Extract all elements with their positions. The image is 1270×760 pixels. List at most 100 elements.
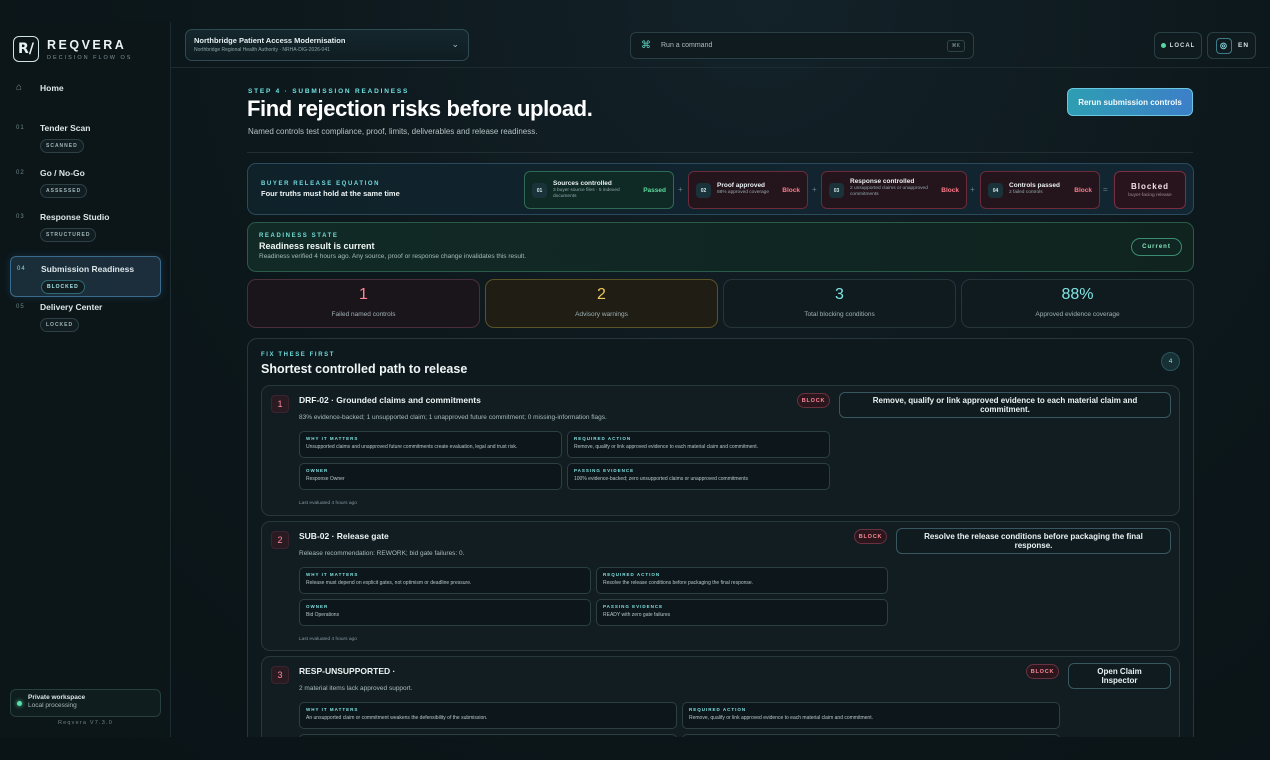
term-status: Block: [1074, 187, 1092, 194]
fix-item: 1 DRF-02 · Grounded claims and commitmen…: [261, 385, 1180, 516]
item-summary: 2 material items lack approved support.: [299, 685, 413, 692]
step-kicker: STEP 4 · SUBMISSION READINESS: [248, 88, 410, 95]
metric-value: 1: [359, 286, 368, 303]
term-title: Sources controlled: [553, 180, 612, 187]
status-dot-icon: [1160, 43, 1166, 48]
required-action: REQUIRED ACTION Remove, qualify or link …: [682, 702, 1060, 729]
cell-key: PASSING EVIDENCE: [574, 468, 635, 473]
step-number: 04: [17, 265, 26, 272]
brand-logo: R/: [13, 36, 39, 62]
home-icon: ⌂: [16, 82, 24, 93]
metric-value: 2: [597, 286, 606, 303]
equation-term-response[interactable]: 03 Response controlled 2 unsupported cla…: [821, 171, 967, 209]
sidebar-item-label: Home: [40, 83, 64, 93]
item-title: RESP-UNSUPPORTED ·: [299, 666, 396, 676]
why-it-matters: WHY IT MATTERS Release must depend on ex…: [299, 567, 591, 594]
sidebar-item-go-no-go[interactable]: 02 Go / No-Go ASSESSED: [10, 167, 161, 212]
sidebar-item-tender-scan[interactable]: 01 Tender Scan SCANNED: [10, 122, 161, 167]
item-title: SUB-02 · Release gate: [299, 531, 389, 541]
mode-label: LOCAL: [1169, 42, 1196, 49]
item-action-button[interactable]: Resolve the release conditions before pa…: [896, 528, 1171, 554]
command-placeholder: Run a command: [661, 42, 713, 49]
sidebar-item-label: Response Studio: [40, 212, 110, 222]
term-status: Block: [941, 187, 959, 194]
metric-label: Total blocking conditions: [804, 311, 875, 318]
equation-term-controls[interactable]: 04 Controls passed 2 failed controls Blo…: [980, 171, 1100, 209]
fix-kicker: FIX THESE FIRST: [261, 352, 336, 358]
cell-value: Remove, qualify or link approved evidenc…: [689, 715, 873, 721]
sidebar-item-label: Go / No-Go: [40, 167, 85, 178]
equation-kicker: BUYER RELEASE EQUATION: [261, 181, 381, 187]
brand[interactable]: R/ REQVERA DECISION FLOW OS: [13, 36, 132, 62]
sidebar-item-delivery-center[interactable]: 05 Delivery Center LOCKED: [10, 301, 161, 346]
cell-key: PASSING EVIDENCE: [603, 604, 664, 609]
sidebar-item-submission-readiness[interactable]: 04 Submission Readiness BLOCKED: [10, 255, 161, 297]
why-it-matters: WHY IT MATTERS An unsupported claim or c…: [299, 702, 677, 729]
metric-blocking-conditions: 3 Total blocking conditions: [723, 279, 956, 328]
passing-evidence: PASSING EVIDENCE 100% evidence-backed; z…: [567, 463, 830, 490]
last-evaluated: Last evaluated 4 hours ago: [299, 501, 357, 506]
metric-label: Approved evidence coverage: [1035, 311, 1120, 318]
cell-value: 100% evidence-backed; zero unsupported c…: [574, 476, 748, 482]
last-evaluated: Last evaluated 4 hours ago: [299, 637, 357, 642]
project-title: Northbridge Patient Access Modernisation: [194, 36, 346, 45]
command-palette[interactable]: ⌘ Run a command ⌘K: [630, 32, 974, 59]
status-badge: BLOCKED: [41, 279, 85, 294]
workspace-indicator[interactable]: Private workspace Local processing: [10, 689, 161, 717]
owner: [299, 734, 677, 737]
workspace-sub: Local processing: [28, 702, 77, 709]
language-label: EN: [1238, 42, 1250, 49]
sidebar-item-label: Tender Scan: [40, 123, 91, 133]
state-title: Readiness result is current: [259, 241, 375, 251]
plus-operator: +: [970, 185, 975, 194]
sidebar-item-response-studio[interactable]: 03 Response Studio STRUCTURED: [10, 211, 161, 256]
metric-advisory-warnings: 2 Advisory warnings: [485, 279, 718, 328]
sidebar-nav: ⌂ Home 01 Tender Scan SCANNED 02 Go / No…: [10, 80, 161, 345]
item-title: DRF-02 · Grounded claims and commitments: [299, 395, 481, 405]
item-summary: Release recommendation: REWORK; bid gate…: [299, 550, 465, 557]
status-badge: STRUCTURED: [40, 228, 97, 242]
page-title: Find rejection risks before upload.: [247, 96, 593, 121]
app-version: Reqvera V7.3.0: [57, 720, 114, 726]
term-status: Passed: [643, 187, 666, 194]
equation-term-sources[interactable]: 01 Sources controlled 3 buyer source fil…: [524, 171, 674, 209]
step-number: 03: [16, 214, 25, 220]
term-sub: 3 buyer source files · 5 indexed documen…: [553, 188, 620, 199]
release-equation: BUYER RELEASE EQUATION Four truths must …: [247, 163, 1194, 215]
cell-key: OWNER: [306, 604, 329, 609]
term-title: Response controlled: [850, 178, 915, 185]
sidebar-item-home[interactable]: ⌂ Home: [10, 80, 161, 122]
open-claim-inspector-button[interactable]: Open Claim Inspector: [1068, 663, 1171, 689]
metric-label: Failed named controls: [331, 311, 396, 318]
item-index: 1: [271, 395, 289, 413]
item-summary: 83% evidence-backed; 1 unsupported claim…: [299, 414, 607, 421]
state-sub: Readiness verified 4 hours ago. Any sour…: [259, 253, 527, 260]
equals-operator: =: [1103, 185, 1108, 194]
shortcut-hint: ⌘K: [946, 40, 965, 52]
sidebar: R/ REQVERA DECISION FLOW OS ⌂ Home 01 Te…: [0, 22, 171, 737]
term-status: Block: [782, 187, 800, 194]
cell-value: Response Owner: [306, 476, 345, 482]
cell-key: WHY IT MATTERS: [306, 436, 359, 441]
sidebar-item-label: Submission Readiness: [41, 263, 135, 274]
step-number: 01: [16, 125, 25, 131]
fix-title: Shortest controlled path to release: [261, 362, 468, 376]
status-badge: SCANNED: [40, 139, 84, 153]
project-selector[interactable]: Northbridge Patient Access Modernisation…: [185, 29, 469, 61]
app-window: R/ REQVERA DECISION FLOW OS ⌂ Home 01 Te…: [0, 0, 1270, 760]
cell-value: Remove, qualify or link approved evidenc…: [574, 444, 758, 450]
step-number: 02: [16, 169, 25, 176]
item-action-button[interactable]: Remove, qualify or link approved evidenc…: [839, 392, 1171, 418]
status-badge: Current: [1131, 238, 1182, 256]
status-badge: BLOCK: [854, 529, 887, 544]
language-selector[interactable]: ◎ EN: [1207, 32, 1256, 59]
item-index: 2: [271, 531, 289, 549]
fix-item: 2 SUB-02 · Release gate Release recommen…: [261, 521, 1180, 651]
cell-value: Resolve the release conditions before pa…: [603, 580, 754, 586]
equation-term-proof[interactable]: 02 Proof approved 88% approved coverage …: [688, 171, 808, 209]
brand-name: REQVERA: [47, 37, 127, 52]
why-it-matters: WHY IT MATTERS Unsupported claims and un…: [299, 431, 562, 458]
local-mode-toggle[interactable]: LOCAL: [1154, 32, 1202, 59]
plus-operator: +: [812, 185, 817, 194]
rerun-controls-button[interactable]: Rerun submission controls: [1067, 88, 1193, 116]
